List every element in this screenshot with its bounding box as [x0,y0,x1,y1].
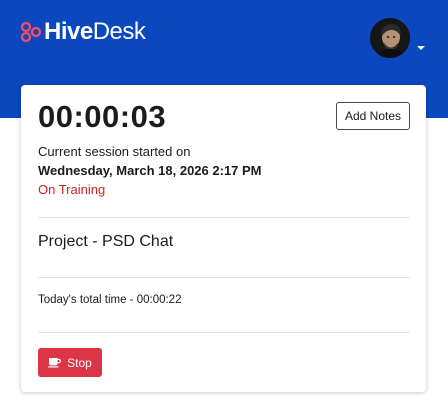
user-menu[interactable] [370,18,425,58]
avatar-photo [370,18,410,58]
hivedesk-logo: HiveDesk [20,18,146,46]
divider [38,277,410,278]
session-card: 00:00:03 Add Notes Current session start… [21,85,426,392]
session-status: On Training [38,182,106,197]
coffee-cup-icon [48,358,62,368]
todays-total-time: Today's total time - 00:00:22 [38,294,182,306]
divider [38,217,410,218]
user-avatar[interactable] [370,18,410,58]
hivedesk-logo-icon [20,21,42,43]
add-notes-button[interactable]: Add Notes [336,102,410,130]
project-name: Project - PSD Chat [38,233,174,250]
session-start-label: Current session started on [38,144,191,159]
logo-text-desk: Desk [92,18,146,45]
stop-button[interactable]: Stop [38,348,102,377]
logo-text: HiveDesk [44,18,146,46]
divider [38,332,410,333]
session-timer: 00:00:03 [38,99,167,134]
logo-text-hive: Hive [44,18,93,45]
stop-button-label: Stop [67,355,92,370]
caret-down-icon[interactable] [417,46,425,50]
session-start-datetime: Wednesday, March 18, 2026 2:17 PM [38,163,262,178]
